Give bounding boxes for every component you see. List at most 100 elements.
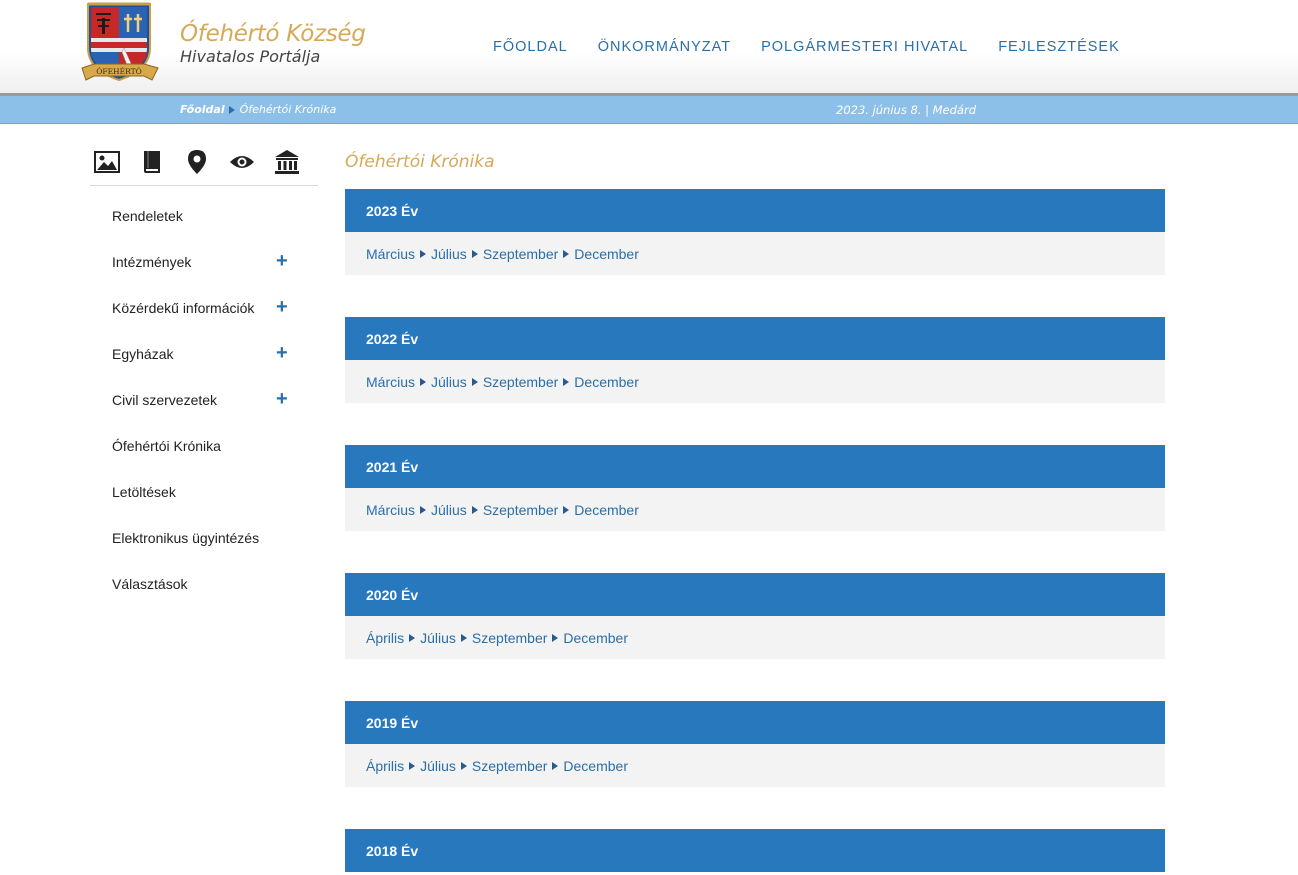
month-link[interactable]: December bbox=[574, 502, 639, 518]
current-date-nameday: 2023. június 8. | Medárd bbox=[836, 103, 977, 117]
year-block: 2023 Év Március Július Szeptember December bbox=[345, 189, 1165, 275]
month-link[interactable]: Március bbox=[366, 246, 415, 262]
year-heading: 2021 Év bbox=[345, 445, 1165, 488]
site-logo-text[interactable]: Ófehértó Község Hivatalos Portálja bbox=[180, 20, 366, 67]
sidebar-item-egyhazak[interactable]: Egyházak + bbox=[112, 331, 312, 377]
expand-plus-icon[interactable]: + bbox=[276, 389, 288, 409]
month-links: Március Július Szeptember December bbox=[345, 232, 1165, 275]
nav-fooldal[interactable]: FŐOLDAL bbox=[493, 39, 568, 55]
sidebar-item-label: Ófehértói Krónika bbox=[112, 438, 221, 454]
sidebar-item-label: Választások bbox=[112, 576, 188, 592]
sidebar-item-label: Letöltések bbox=[112, 484, 176, 500]
nav-polgarmesteri-hivatal[interactable]: POLGÁRMESTERI HIVATAL bbox=[761, 39, 968, 55]
coat-of-arms-logo[interactable]: ÓFEHÉRTÓ bbox=[80, 2, 162, 84]
year-heading: 2020 Év bbox=[345, 573, 1165, 616]
month-link[interactable]: Július bbox=[420, 630, 456, 646]
sidebar-item-rendeletek[interactable]: Rendeletek bbox=[112, 193, 312, 239]
sidebar-item-elektronikus-ugyintezes[interactable]: Elektronikus ügyintézés bbox=[112, 515, 312, 561]
sidebar-item-letoltesek[interactable]: Letöltések bbox=[112, 469, 312, 515]
nav-onkormanyzat[interactable]: ÖNKORMÁNYZAT bbox=[598, 39, 731, 55]
breadcrumb-arrow-icon bbox=[228, 105, 235, 114]
sidebar-item-label: Elektronikus ügyintézés bbox=[112, 530, 260, 546]
eye-icon[interactable] bbox=[228, 148, 256, 176]
month-link[interactable]: Április bbox=[366, 758, 404, 774]
month-link[interactable]: Július bbox=[431, 374, 467, 390]
month-link[interactable]: Március bbox=[366, 374, 415, 390]
month-link[interactable]: December bbox=[563, 630, 628, 646]
month-link[interactable]: Március bbox=[366, 502, 415, 518]
sidebar-item-intezmenyek[interactable]: Intézmények + bbox=[112, 239, 312, 285]
triangle-right-icon bbox=[409, 633, 416, 642]
month-links: Április Július Szeptember December bbox=[345, 744, 1165, 787]
triangle-right-icon bbox=[420, 505, 427, 514]
triangle-right-icon bbox=[552, 761, 559, 770]
month-links: Március Július Szeptember December bbox=[345, 488, 1165, 531]
image-icon[interactable] bbox=[93, 148, 121, 176]
page-title: Ófehértói Krónika bbox=[345, 152, 495, 172]
month-link[interactable]: Július bbox=[431, 502, 467, 518]
triangle-right-icon bbox=[460, 633, 467, 642]
institution-icon[interactable] bbox=[273, 148, 301, 176]
triangle-right-icon bbox=[409, 761, 416, 770]
expand-plus-icon[interactable]: + bbox=[276, 297, 288, 317]
triangle-right-icon bbox=[563, 249, 570, 258]
triangle-right-icon bbox=[420, 377, 427, 386]
triangle-right-icon bbox=[471, 377, 478, 386]
triangle-right-icon bbox=[563, 505, 570, 514]
expand-plus-icon[interactable]: + bbox=[276, 251, 288, 271]
sidebar-item-label: Intézmények bbox=[112, 254, 192, 270]
site-subtitle: Hivatalos Portálja bbox=[180, 47, 321, 66]
year-heading: 2019 Év bbox=[345, 701, 1165, 744]
sidebar-item-valasztasok[interactable]: Választások bbox=[112, 561, 312, 607]
site-header: ÓFEHÉRTÓ Ófehértó Község Hivatalos Portá… bbox=[0, 0, 1298, 95]
expand-plus-icon[interactable]: + bbox=[276, 343, 288, 363]
sidebar-menu: Rendeletek Intézmények + Közérdekű inform… bbox=[112, 193, 312, 607]
triangle-right-icon bbox=[460, 761, 467, 770]
book-icon[interactable] bbox=[138, 148, 166, 176]
month-link[interactable]: Július bbox=[420, 758, 456, 774]
month-link[interactable]: Július bbox=[431, 246, 467, 262]
month-link[interactable]: Szeptember bbox=[483, 246, 558, 262]
year-heading: 2018 Év bbox=[345, 829, 1165, 872]
sidebar-item-label: Rendeletek bbox=[112, 208, 183, 224]
year-heading: 2022 Év bbox=[345, 317, 1165, 360]
breadcrumb-bar: Főoldal Ófehértói Krónika 2023. június 8… bbox=[0, 96, 1298, 124]
year-heading: 2023 Év bbox=[345, 189, 1165, 232]
nav-fejlesztesek[interactable]: FEJLESZTÉSEK bbox=[998, 39, 1120, 55]
year-block: 2022 Év Március Július Szeptember December bbox=[345, 317, 1165, 403]
map-pin-icon[interactable] bbox=[183, 148, 211, 176]
sidebar-item-label: Civil szervezetek bbox=[112, 392, 218, 408]
month-link[interactable]: December bbox=[574, 374, 639, 390]
chronicle-year-list: 2023 Év Március Július Szeptember December 20… bbox=[345, 189, 1165, 875]
main-navigation: FŐOLDAL ÖNKORMÁNYZAT POLGÁRMESTERI HIVAT… bbox=[493, 39, 1150, 55]
sidebar-icon-row bbox=[90, 148, 318, 186]
month-link[interactable]: Szeptember bbox=[472, 758, 547, 774]
month-link[interactable]: Április bbox=[366, 630, 404, 646]
month-links: Március Július Szeptember December bbox=[345, 360, 1165, 403]
breadcrumb-home-link[interactable]: Főoldal bbox=[180, 103, 225, 116]
year-block: 2018 Év bbox=[345, 829, 1165, 872]
month-link[interactable]: December bbox=[563, 758, 628, 774]
breadcrumb: Főoldal Ófehértói Krónika bbox=[180, 103, 336, 116]
month-link[interactable]: December bbox=[574, 246, 639, 262]
year-block: 2020 Év Április Július Szeptember December bbox=[345, 573, 1165, 659]
triangle-right-icon bbox=[471, 505, 478, 514]
triangle-right-icon bbox=[471, 249, 478, 258]
sidebar-item-ofehertoi-kronika[interactable]: Ófehértói Krónika bbox=[112, 423, 312, 469]
month-link[interactable]: Szeptember bbox=[483, 374, 558, 390]
crest-label: ÓFEHÉRTÓ bbox=[96, 67, 142, 76]
year-block: 2019 Év Április Július Szeptember December bbox=[345, 701, 1165, 787]
breadcrumb-current: Ófehértói Krónika bbox=[239, 103, 337, 116]
sidebar-item-kozerdeku-informaciok[interactable]: Közérdekű információk + bbox=[112, 285, 312, 331]
month-links: Április Július Szeptember December bbox=[345, 616, 1165, 659]
month-link[interactable]: Szeptember bbox=[483, 502, 558, 518]
year-block: 2021 Év Március Július Szeptember December bbox=[345, 445, 1165, 531]
sidebar-item-label: Egyházak bbox=[112, 346, 174, 362]
month-link[interactable]: Szeptember bbox=[472, 630, 547, 646]
sidebar-item-label: Közérdekű információk bbox=[112, 300, 255, 316]
sidebar-item-civil-szervezetek[interactable]: Civil szervezetek + bbox=[112, 377, 312, 423]
site-title: Ófehértó Község bbox=[180, 21, 366, 47]
triangle-right-icon bbox=[420, 249, 427, 258]
triangle-right-icon bbox=[552, 633, 559, 642]
triangle-right-icon bbox=[563, 377, 570, 386]
